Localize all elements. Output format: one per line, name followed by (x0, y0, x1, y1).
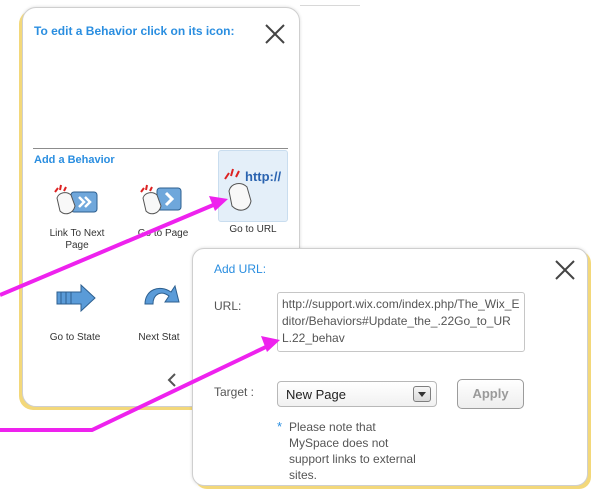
annotation-arrow-to-url-field (0, 343, 271, 432)
annotation-arrows (0, 196, 280, 432)
annotation-arrow-to-go-to-url (0, 201, 219, 297)
